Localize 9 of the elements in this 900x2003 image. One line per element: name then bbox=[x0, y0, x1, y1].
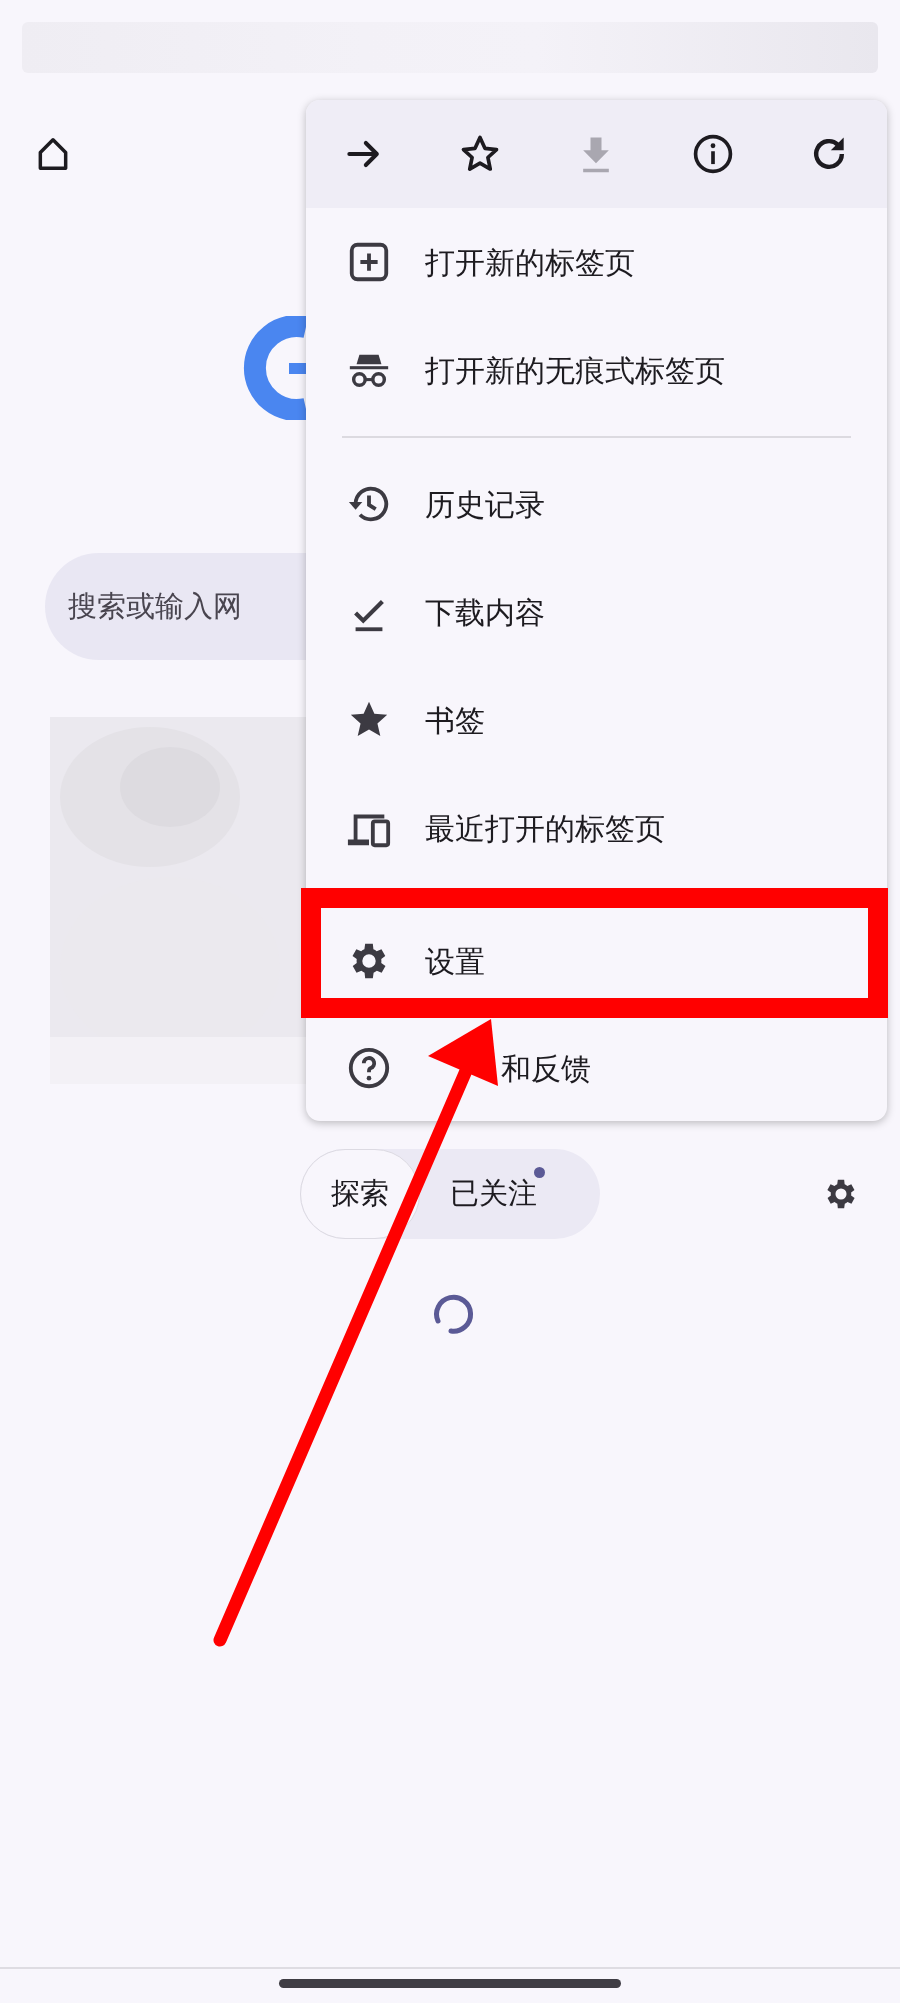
menu-item[interactable]: 书签 bbox=[306, 666, 887, 774]
menu-item[interactable]: 和反馈 bbox=[306, 1015, 887, 1121]
menu-item[interactable]: 打开新的标签页 bbox=[306, 208, 887, 316]
menu-item[interactable]: 最近打开的标签页 bbox=[306, 774, 887, 882]
feed-tab[interactable]: 探索 bbox=[300, 1149, 420, 1239]
feed-tab[interactable]: 已关注 bbox=[420, 1149, 567, 1239]
menu-item[interactable]: 设置 bbox=[306, 907, 887, 1015]
help-icon bbox=[346, 1045, 392, 1091]
menu-item[interactable]: 打开新的无痕式标签页 bbox=[306, 316, 887, 424]
